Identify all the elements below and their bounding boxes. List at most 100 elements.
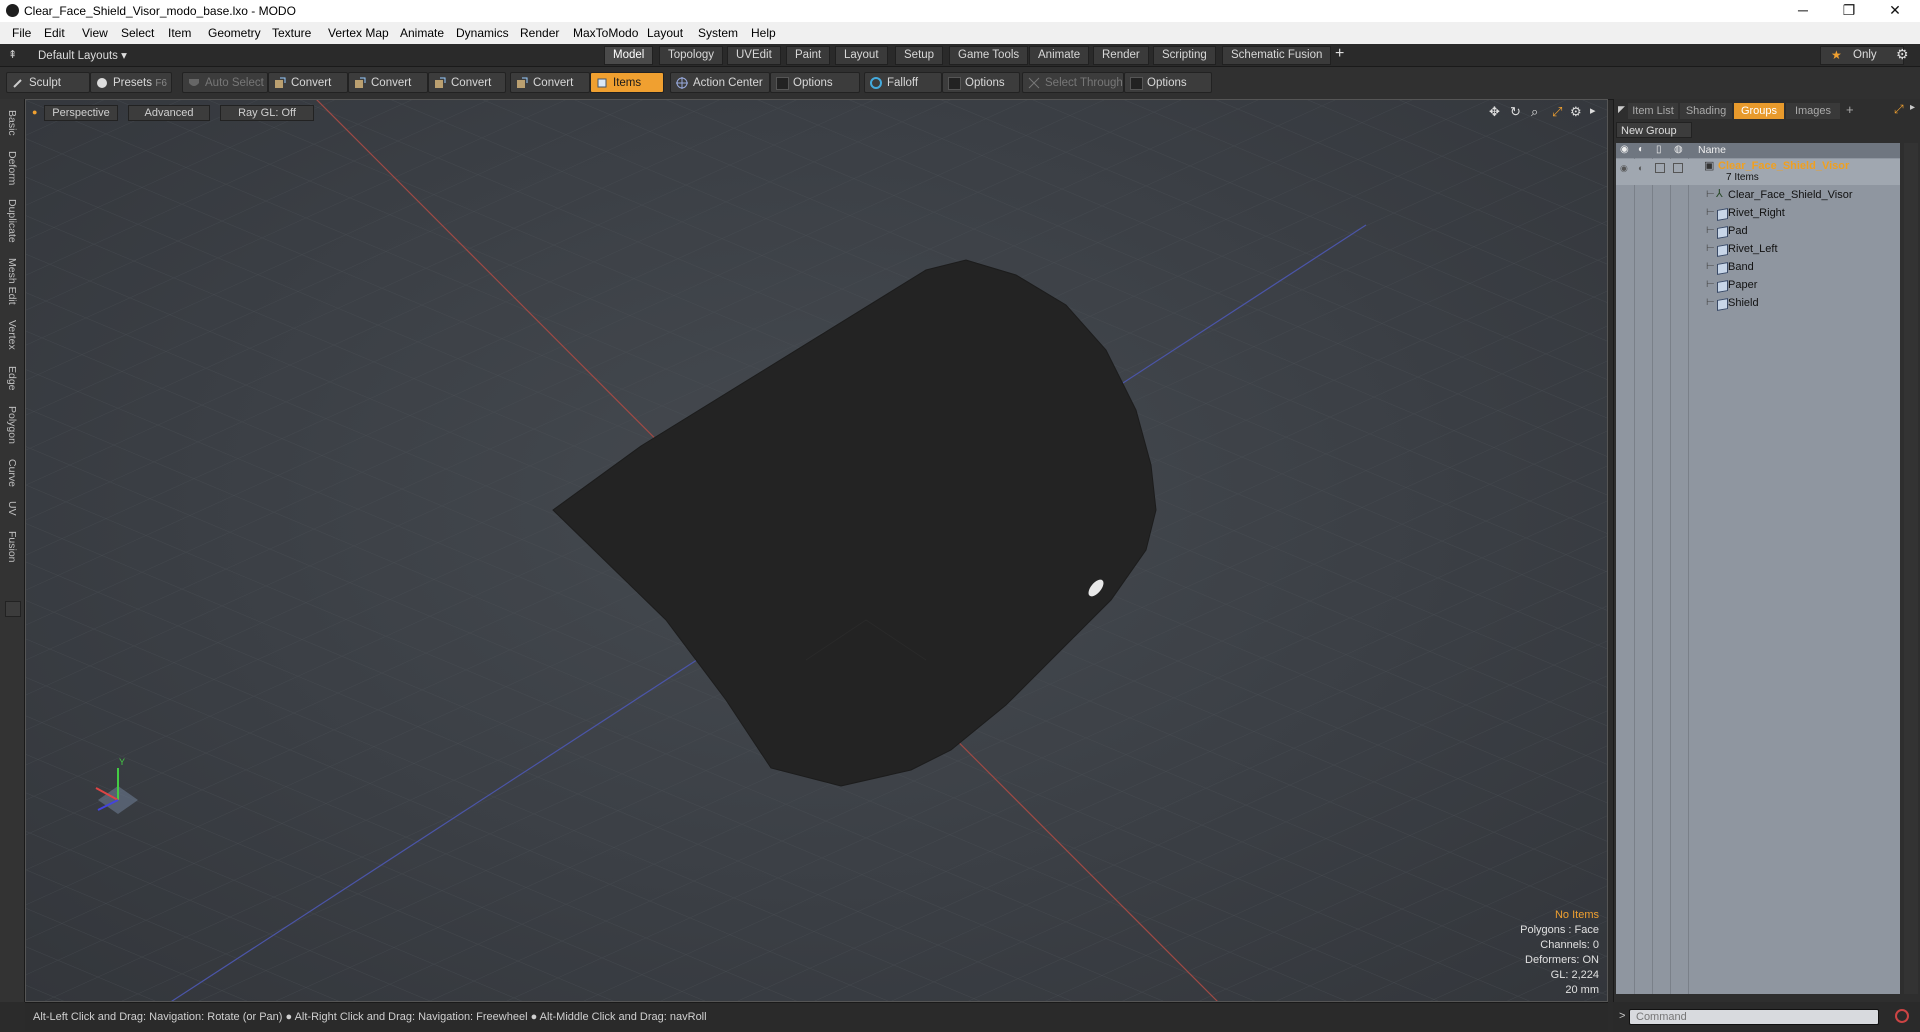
restore-button[interactable]: ❐ <box>1826 0 1872 22</box>
menu-edit[interactable]: Edit <box>44 26 65 40</box>
group-lock-toggle[interactable] <box>1655 163 1665 173</box>
raygl-button[interactable]: Ray GL: Off <box>220 105 314 121</box>
tab-uvedit[interactable]: UVEdit <box>727 46 781 65</box>
list-item[interactable]: ⊢ ⅄ Clear_Face_Shield_Visor <box>1616 186 1900 204</box>
item-name[interactable]: Clear_Face_Shield_Visor <box>1728 189 1853 201</box>
convert-button-2[interactable]: Convert <box>348 72 428 93</box>
tab-shading[interactable]: Shading <box>1680 103 1732 119</box>
action-center-options-button[interactable]: Options <box>770 72 860 93</box>
move-view-icon[interactable]: ✥ <box>1489 104 1500 120</box>
view-settings-gear-icon[interactable]: ⚙ <box>1570 104 1582 120</box>
panel-menu-icon[interactable]: ◤ <box>1618 104 1625 115</box>
tab-model[interactable]: Model <box>604 46 654 65</box>
menu-help[interactable]: Help <box>751 26 776 40</box>
tab-schematic-fusion[interactable]: Schematic Fusion <box>1222 46 1332 65</box>
auto-select-button[interactable]: Auto Select <box>182 72 268 93</box>
item-name[interactable]: Paper <box>1728 279 1757 291</box>
3d-viewport[interactable]: Y ● Perspective Advanced Ray GL: Off ✥ ↻… <box>25 99 1608 1002</box>
falloff-options-button[interactable]: Options <box>942 72 1020 93</box>
item-name[interactable]: Shield <box>1728 297 1759 309</box>
items-mode-button[interactable]: Items <box>590 72 664 93</box>
convert-button-3[interactable]: Convert <box>428 72 506 93</box>
tab-groups[interactable]: Groups <box>1734 103 1784 119</box>
tab-item-list[interactable]: Item List <box>1628 103 1678 119</box>
name-column-header[interactable]: Name <box>1698 144 1726 156</box>
minimize-button[interactable]: ─ <box>1780 0 1826 22</box>
menu-select[interactable]: Select <box>121 26 154 40</box>
view-mode-button[interactable]: Perspective <box>44 105 118 121</box>
group-name[interactable]: Clear_Face_Shield_Visor <box>1718 160 1849 172</box>
tab-paint[interactable]: Paint <box>786 46 831 65</box>
menu-maxtomodo[interactable]: MaxToModo <box>573 26 638 40</box>
menu-texture[interactable]: Texture <box>272 26 311 40</box>
group-list-scrollbar[interactable] <box>1904 143 1918 994</box>
vtab-uv[interactable]: UV <box>0 497 24 519</box>
presets-button[interactable]: Presets F6 <box>90 72 172 93</box>
lock-icon[interactable]: ▯ <box>1656 144 1662 155</box>
panel-toggle-button[interactable] <box>5 601 21 617</box>
fit-view-icon[interactable]: ⤢ <box>1552 104 1562 120</box>
options-checkbox[interactable] <box>776 77 789 90</box>
menu-vertex-map[interactable]: Vertex Map <box>328 26 389 40</box>
list-item[interactable]: ⊢ Rivet_Left <box>1616 240 1900 258</box>
tab-topology[interactable]: Topology <box>659 46 724 65</box>
vtab-deform[interactable]: Deform <box>0 147 24 189</box>
tab-render[interactable]: Render <box>1093 46 1149 65</box>
visibility-eye-icon[interactable]: ◉ <box>1620 144 1629 155</box>
render-icon[interactable]: ◐ <box>1638 144 1644 155</box>
add-panel-tab-button[interactable]: + <box>1846 102 1854 117</box>
zoom-view-icon[interactable]: ⌕ <box>1531 104 1538 120</box>
list-item[interactable]: ⊢ Paper <box>1616 276 1900 294</box>
new-group-button[interactable]: New Group <box>1616 122 1692 138</box>
vtab-basic[interactable]: Basic <box>0 105 24 141</box>
list-item[interactable]: ⊢ Shield <box>1616 294 1900 312</box>
layouts-dropdown[interactable]: Default Layouts ▾ <box>38 48 127 62</box>
action-center-button[interactable]: Action Center <box>670 72 770 93</box>
tab-images[interactable]: Images <box>1786 103 1840 119</box>
menu-geometry[interactable]: Geometry <box>208 26 261 40</box>
list-item[interactable]: ⊢ Rivet_Right <box>1616 204 1900 222</box>
shading-mode-button[interactable]: Advanced <box>128 105 210 121</box>
list-item[interactable]: ⊢ Pad <box>1616 222 1900 240</box>
vtab-curve[interactable]: Curve <box>0 455 24 491</box>
tab-scripting[interactable]: Scripting <box>1153 46 1216 65</box>
list-item[interactable]: ⊢ Band <box>1616 258 1900 276</box>
menu-render[interactable]: Render <box>520 26 559 40</box>
sculpt-button[interactable]: Sculpt <box>6 72 90 93</box>
maximize-panel-icon[interactable]: ⤢ <box>1894 102 1904 117</box>
convert-button-4[interactable]: Convert <box>510 72 590 93</box>
menu-layout[interactable]: Layout <box>647 26 683 40</box>
command-input[interactable]: Command <box>1629 1009 1879 1025</box>
view-menu-arrow-icon[interactable]: ▸ <box>1590 104 1596 117</box>
only-toggle[interactable]: ★ Only <box>1820 46 1904 65</box>
vtab-mesh-edit[interactable]: Mesh Edit <box>0 255 24 307</box>
group-row[interactable]: ◉ ◐ ▣ Clear_Face_Shield_Visor 7 Items <box>1616 159 1900 185</box>
menu-dynamics[interactable]: Dynamics <box>456 26 509 40</box>
layout-menu-icon[interactable]: ⇞ <box>8 48 17 61</box>
group-visibility-toggle[interactable]: ◉ <box>1620 163 1628 174</box>
select-through-options-checkbox[interactable] <box>1130 77 1143 90</box>
tab-layout[interactable]: Layout <box>835 46 888 65</box>
falloff-button[interactable]: Falloff <box>864 72 942 93</box>
menu-file[interactable]: File <box>12 26 31 40</box>
item-name[interactable]: Band <box>1728 261 1754 273</box>
group-list[interactable]: ◉ ◐ ▯ ◍ Name ◉ ◐ ▣ Clear_Face_Shield_Vis… <box>1616 143 1900 994</box>
group-select-toggle[interactable] <box>1673 163 1683 173</box>
gear-icon[interactable]: ⚙ <box>1896 46 1909 63</box>
select-through-options-button[interactable]: Options <box>1124 72 1212 93</box>
item-name[interactable]: Pad <box>1728 225 1748 237</box>
record-icon[interactable] <box>1895 1009 1909 1023</box>
add-tab-button[interactable]: + <box>1335 45 1344 63</box>
select-through-button[interactable]: Select Through <box>1022 72 1124 93</box>
convert-button-1[interactable]: Convert <box>268 72 348 93</box>
group-render-toggle[interactable]: ◐ <box>1638 163 1643 173</box>
panel-arrow-icon[interactable]: ▸ <box>1910 102 1915 113</box>
select-icon[interactable]: ◍ <box>1674 144 1683 155</box>
rotate-view-icon[interactable]: ↻ <box>1510 104 1521 120</box>
tab-animate[interactable]: Animate <box>1029 46 1090 65</box>
vtab-duplicate[interactable]: Duplicate <box>0 195 24 247</box>
menu-animate[interactable]: Animate <box>400 26 444 40</box>
menu-item[interactable]: Item <box>168 26 191 40</box>
menu-system[interactable]: System <box>698 26 738 40</box>
tab-setup[interactable]: Setup <box>895 46 944 65</box>
